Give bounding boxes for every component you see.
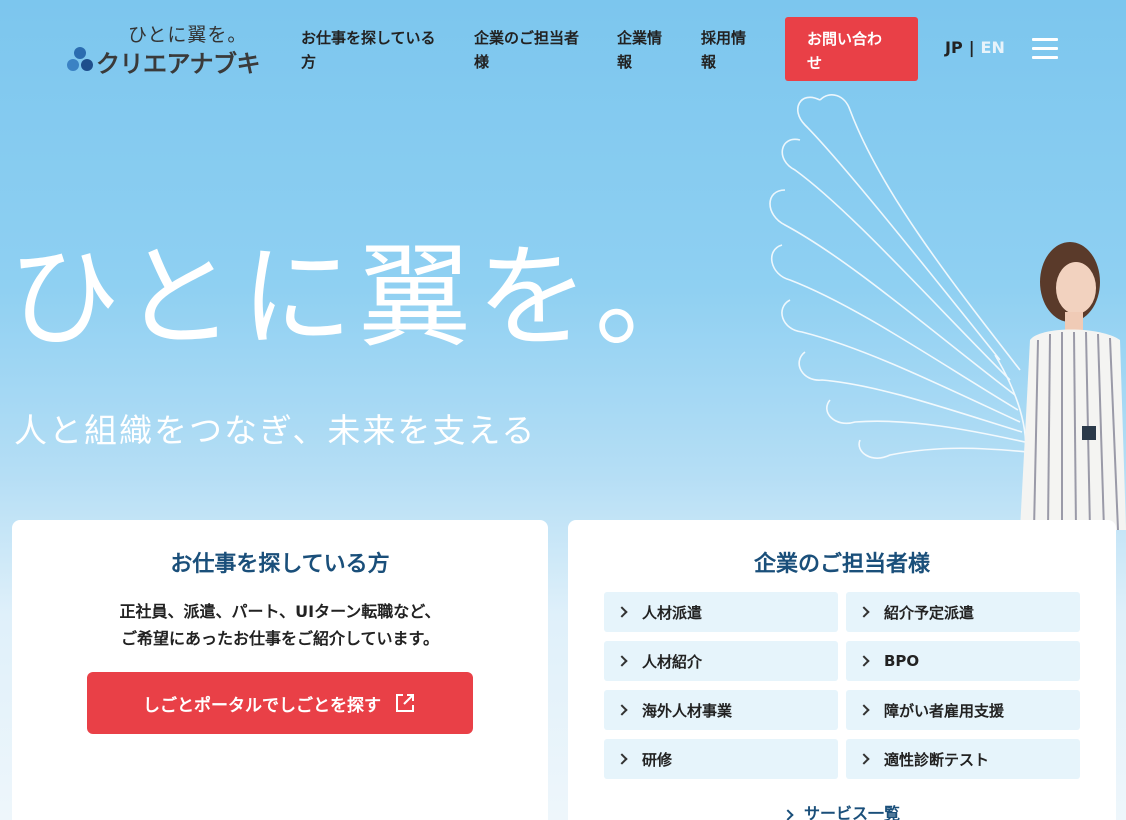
service-label: 人材派遣 xyxy=(642,603,703,622)
jobseekers-title: お仕事を探している方 xyxy=(170,552,390,577)
chevron-right-icon xyxy=(858,606,870,618)
logo-tagline: ひとに翼を。 xyxy=(128,24,248,46)
chevron-right-icon xyxy=(616,753,628,765)
nav-jobseekers[interactable]: お仕事を探している 方 xyxy=(301,26,436,74)
service-disability-employment[interactable]: 障がい者雇用支援 xyxy=(846,690,1080,730)
chevron-right-icon xyxy=(616,606,628,618)
service-label: 海外人材事業 xyxy=(642,701,733,720)
service-bpo[interactable]: BPO xyxy=(846,641,1080,681)
service-recruitment[interactable]: 人材紹介 xyxy=(604,641,838,681)
service-label: 人材紹介 xyxy=(642,652,703,671)
chevron-right-icon xyxy=(616,704,628,716)
service-temp-to-hire[interactable]: 紹介予定派遣 xyxy=(846,592,1080,632)
lang-separator: | xyxy=(968,38,975,57)
hero-title: ひとに翼を。 xyxy=(8,233,713,363)
contact-line1: お問い合わ xyxy=(807,30,883,48)
job-portal-search-button[interactable]: しごとポータルでしごとを探す xyxy=(87,672,473,734)
nav-recruit-info-line1: 採用情 xyxy=(701,29,747,47)
chevron-right-icon xyxy=(858,655,870,667)
service-label: 紹介予定派遣 xyxy=(884,603,975,622)
jobseekers-desc-line2: ご希望にあったお仕事をご紹介しています。 xyxy=(121,629,439,648)
nav-recruit-info[interactable]: 採用情 報 xyxy=(701,26,746,74)
nav-company-info-line1: 企業情 xyxy=(617,29,663,47)
jobseekers-card: お仕事を探している方 正社員、派遣、パート、UIターン転職など、 ご希望にあった… xyxy=(12,520,548,820)
woman-photo-illustration xyxy=(1020,242,1126,530)
chevron-right-icon xyxy=(858,753,870,765)
nav-business[interactable]: 企業のご担当者 様 xyxy=(474,26,579,74)
nav-company-info-line2: 報 xyxy=(617,53,633,71)
jobseekers-desc-line1: 正社員、派遣、パート、UIターン転職など、 xyxy=(119,602,441,621)
external-link-icon xyxy=(396,694,414,712)
nav-company-info[interactable]: 企業情 報 xyxy=(617,26,662,74)
business-title: 企業のご担当者様 xyxy=(753,552,930,577)
service-label: BPO xyxy=(884,652,920,670)
logo-mark-icon xyxy=(67,47,93,71)
nav-recruit-info-line2: 報 xyxy=(701,53,717,71)
chevron-right-icon xyxy=(616,655,628,667)
lang-en[interactable]: EN xyxy=(981,38,1005,57)
hero-subtitle: 人と組織をつなぎ、未来を支える xyxy=(14,411,537,450)
chevron-right-icon xyxy=(858,704,870,716)
job-portal-search-label: しごとポータルでしごとを探す xyxy=(143,695,381,716)
hamburger-menu-icon[interactable] xyxy=(1032,38,1058,60)
service-label: 障がい者雇用支援 xyxy=(884,701,1005,720)
service-label: 研修 xyxy=(642,750,673,769)
nav-jobseekers-line2: 方 xyxy=(301,53,317,71)
service-training[interactable]: 研修 xyxy=(604,739,838,779)
business-card: 企業のご担当者様 人材派遣 紹介予定派遣 人材紹介 BPO 海外人材事業 障がい… xyxy=(568,520,1116,820)
lang-jp[interactable]: JP xyxy=(945,38,963,57)
service-list-label: サービス一覧 xyxy=(803,804,900,820)
nav-business-line2: 様 xyxy=(474,53,490,71)
nav-jobseekers-line1: お仕事を探している xyxy=(301,29,436,47)
service-aptitude-test[interactable]: 適性診断テスト xyxy=(846,739,1080,779)
language-switcher: JP | EN xyxy=(945,38,1005,57)
service-temp-staffing[interactable]: 人材派遣 xyxy=(604,592,838,632)
nav-business-line1: 企業のご担当者 xyxy=(474,29,580,47)
contact-line2: せ xyxy=(807,54,823,72)
service-overseas-talent[interactable]: 海外人材事業 xyxy=(604,690,838,730)
service-label: 適性診断テスト xyxy=(884,750,990,769)
service-list-link[interactable]: サービス一覧 xyxy=(568,800,1116,820)
site-logo[interactable]: ひとに翼を。 クリエアナブキ xyxy=(66,18,276,78)
contact-button[interactable]: お問い合わ せ xyxy=(785,17,918,81)
chevron-right-icon xyxy=(782,809,794,820)
logo-name: クリエアナブキ xyxy=(96,50,261,78)
